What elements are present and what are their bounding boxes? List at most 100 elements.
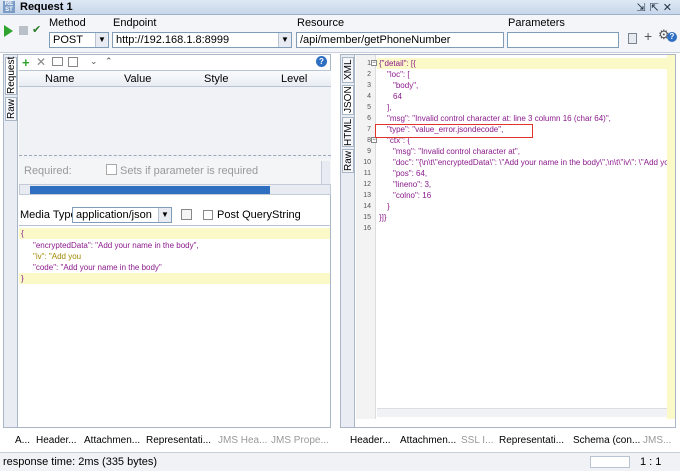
required-label: Required:: [24, 165, 72, 177]
tab-ssl-info[interactable]: SSL I...: [461, 435, 493, 446]
run-icon[interactable]: [4, 25, 13, 37]
line-number: 5: [367, 104, 371, 111]
code-line: {: [21, 229, 24, 238]
request-toolbar: ✔ Method POST ▼ Endpoint http://192.168.…: [0, 15, 680, 53]
scroll-thumb[interactable]: [30, 186, 270, 194]
tab-html[interactable]: HTML: [342, 117, 354, 147]
restore-icon[interactable]: ⇲: [636, 2, 649, 14]
parameters-label: Parameters: [508, 17, 565, 29]
request-vtab-strip: Request Raw: [4, 55, 18, 427]
method-value: POST: [53, 34, 83, 46]
tab-headers[interactable]: Header...: [350, 435, 391, 446]
add-icon[interactable]: +: [644, 28, 652, 44]
tab-headers[interactable]: Header...: [36, 435, 77, 446]
post-querystring-checkbox[interactable]: [203, 210, 213, 220]
code-line: }: [21, 274, 24, 283]
code-line: "iv": "Add you: [33, 252, 82, 261]
line-numbers: 1 2 3 4 5 6 7 8 9 10 11 12 13 14 15 16: [356, 58, 371, 234]
json-line: 64: [393, 92, 402, 101]
chevron-down-icon: ▼: [158, 208, 171, 222]
col-level[interactable]: Level: [281, 73, 307, 85]
line-number: 9: [367, 148, 371, 155]
response-vtab-strip: XML JSON HTML Raw: [341, 55, 355, 427]
method-select[interactable]: POST ▼: [49, 32, 109, 48]
tab-raw[interactable]: Raw: [342, 149, 354, 173]
params-grid-header: Name Value Style Level: [19, 71, 331, 87]
help-icon[interactable]: ?: [667, 32, 677, 42]
line-number: 7: [367, 126, 371, 133]
code-line: "code": "Add your name in the body": [33, 263, 162, 272]
remove-param-icon[interactable]: ✕: [36, 55, 46, 69]
json-line: "body",: [393, 81, 419, 90]
request-bottom-tabs: A... Header... Attachmen... Representati…: [3, 435, 333, 449]
json-line: "loc": [: [387, 70, 410, 79]
tab-jms-properties[interactable]: JMS Prope...: [271, 435, 329, 446]
line-number: 14: [363, 203, 371, 210]
code-line: "encryptedData": "Add your name in the b…: [33, 241, 199, 250]
col-name[interactable]: Name: [45, 73, 74, 85]
help-icon[interactable]: ?: [316, 56, 327, 67]
json-line: }: [387, 202, 390, 211]
line-number: 12: [363, 181, 371, 188]
response-time: response time: 2ms (335 bytes): [3, 456, 158, 468]
line-number: 8: [367, 137, 371, 144]
resource-input[interactable]: /api/member/getPhoneNumber: [296, 32, 504, 48]
editor-line: }: [19, 273, 330, 284]
tab-representations[interactable]: Representati...: [499, 435, 564, 446]
add-param-icon[interactable]: +: [22, 55, 30, 70]
rest-request-icon: RE ST: [3, 1, 15, 13]
tab-auth[interactable]: A...: [15, 435, 30, 446]
json-line: "msg": "Invalid control character at: li…: [387, 114, 611, 123]
tab-representations[interactable]: Representati...: [146, 435, 211, 446]
method-label: Method: [49, 17, 86, 29]
window-controls[interactable]: ⇲⇱✕: [636, 1, 676, 14]
json-line: "lineno": 3,: [393, 180, 432, 189]
post-querystring-label: Post QueryString: [217, 209, 301, 221]
parameters-input[interactable]: [507, 32, 619, 48]
response-panel: XML JSON HTML Raw 1 2 3 4 5 6 7 8 9 10 11 12 13 14 15 1…: [340, 54, 676, 428]
copy-icon[interactable]: [628, 33, 637, 44]
chevron-down-icon[interactable]: ⌄: [90, 56, 98, 67]
horizontal-scrollbar[interactable]: [19, 184, 331, 195]
close-icon[interactable]: ✕: [663, 2, 676, 14]
tab-json[interactable]: JSON: [342, 85, 354, 115]
detach-icon[interactable]: ⇱: [650, 2, 663, 14]
resource-value: /api/member/getPhoneNumber: [300, 34, 451, 46]
expand-icon[interactable]: [68, 57, 78, 67]
stop-icon[interactable]: [19, 26, 28, 35]
tab-attachments[interactable]: Attachmen...: [84, 435, 140, 446]
cursor-position: 1 : 1: [640, 456, 662, 468]
tab-raw[interactable]: Raw: [5, 97, 17, 121]
tab-schema[interactable]: Schema (con...: [573, 435, 640, 446]
json-line: {"detail": [{: [379, 59, 416, 68]
json-line: "doc": "{\n\t\"encryptedData\": \"Add yo…: [393, 158, 667, 167]
tab-request[interactable]: Request: [5, 57, 17, 95]
uri-icon[interactable]: [52, 57, 63, 66]
col-value[interactable]: Value: [124, 73, 151, 85]
tab-jms-headers[interactable]: JMS Hea...: [218, 435, 267, 446]
required-hint: Sets if parameter is required: [120, 165, 259, 177]
endpoint-check-icon[interactable]: ✔: [32, 23, 41, 36]
chevron-up-icon[interactable]: ⌃: [105, 56, 113, 67]
col-style[interactable]: Style: [204, 73, 228, 85]
chevron-down-icon: ▼: [278, 33, 291, 47]
title-bar: RE ST Request 1 ⇲⇱✕: [0, 0, 680, 15]
endpoint-value: http://192.168.1.8:8999: [116, 34, 230, 46]
required-checkbox[interactable]: [106, 164, 117, 175]
tab-jms[interactable]: JMS...: [643, 435, 671, 446]
line-number: 4: [367, 93, 371, 100]
media-type-label: Media Type: [20, 209, 77, 221]
response-json-view[interactable]: {"detail": [{"loc": ["body", 64], "msg": "…: [379, 58, 667, 238]
tab-xml[interactable]: XML: [342, 57, 354, 83]
horizontal-scrollbar[interactable]: [377, 408, 667, 417]
vertical-scrollbar[interactable]: [667, 55, 675, 419]
endpoint-select[interactable]: http://192.168.1.8:8999 ▼: [112, 32, 292, 48]
format-icon[interactable]: [181, 209, 192, 220]
request-body-editor[interactable]: { "encryptedData": "Add your name in the…: [19, 225, 331, 425]
media-type-select[interactable]: application/json ▼: [72, 207, 172, 223]
line-number: 13: [363, 192, 371, 199]
media-type-value: application/json: [76, 209, 152, 221]
tab-attachments[interactable]: Attachmen...: [400, 435, 456, 446]
line-number: 11: [363, 170, 371, 177]
response-bottom-tabs: Header... Attachmen... SSL I... Represen…: [340, 435, 676, 449]
